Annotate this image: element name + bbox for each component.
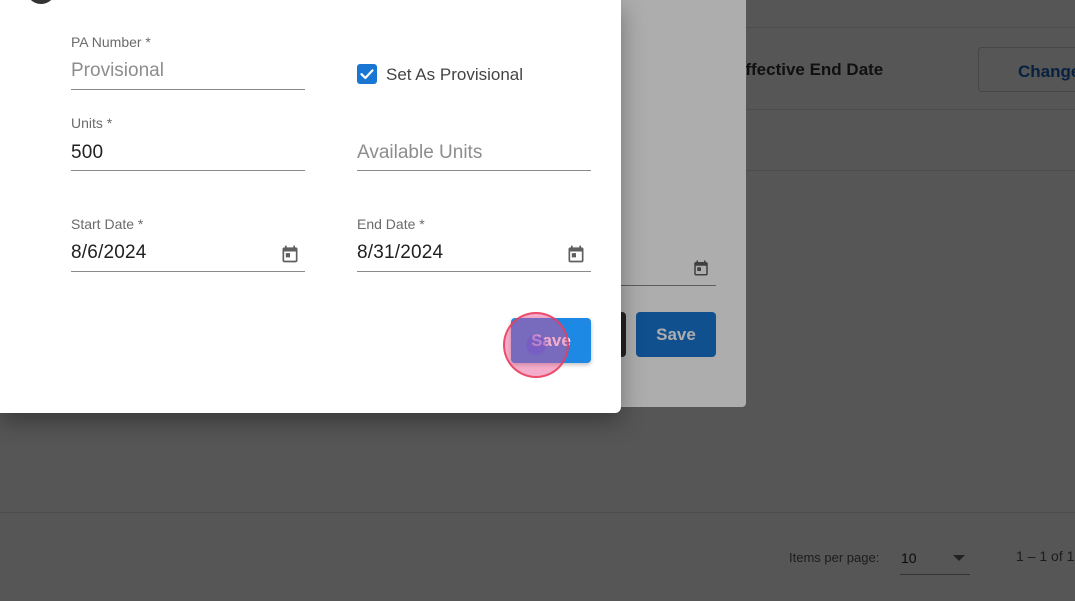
- end-date-label: End Date *: [357, 216, 425, 232]
- start-date-underline: [71, 271, 305, 272]
- units-label: Units *: [71, 115, 113, 131]
- calendar-icon[interactable]: [280, 244, 300, 264]
- end-date-input[interactable]: 8/31/2024: [357, 242, 443, 264]
- calendar-icon[interactable]: [566, 244, 586, 264]
- end-date-underline: [357, 271, 591, 272]
- available-units-field[interactable]: Available Units: [357, 115, 591, 171]
- available-units-underline: [357, 170, 591, 171]
- pa-number-field[interactable]: PA Number * Provisional: [71, 34, 305, 90]
- start-date-input[interactable]: 8/6/2024: [71, 242, 147, 264]
- units-input[interactable]: 500: [71, 142, 103, 164]
- end-date-field[interactable]: End Date * 8/31/2024: [357, 216, 591, 272]
- click-indicator-dot: [526, 335, 546, 355]
- start-date-label: Start Date *: [71, 216, 144, 232]
- units-field[interactable]: Units * 500: [71, 115, 305, 171]
- units-underline: [71, 170, 305, 171]
- set-as-provisional-checkbox[interactable]: [357, 64, 377, 84]
- pa-number-underline: [71, 89, 305, 90]
- close-icon[interactable]: [26, 0, 56, 4]
- pa-number-label: PA Number *: [71, 34, 151, 50]
- set-as-provisional-label: Set As Provisional: [386, 65, 524, 84]
- start-date-field[interactable]: Start Date * 8/6/2024: [71, 216, 305, 272]
- pa-number-input[interactable]: Provisional: [71, 60, 164, 82]
- check-icon: [360, 69, 374, 80]
- available-units-input[interactable]: Available Units: [357, 142, 482, 164]
- click-indicator: [503, 312, 569, 378]
